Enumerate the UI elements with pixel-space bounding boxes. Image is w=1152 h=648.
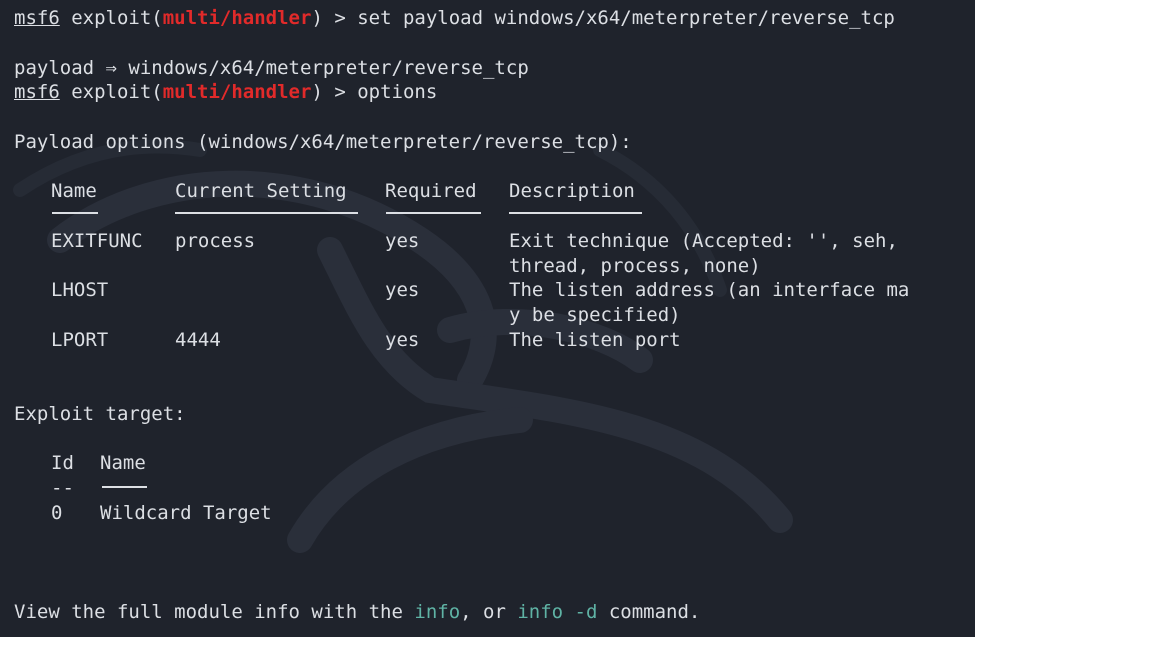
command-text: options [357,81,438,103]
prompt-module: multi/handler [162,81,312,103]
option-description-cont: thread, process, none) [509,255,761,277]
command-text: set payload windows/x64/meterpreter/reve… [357,7,895,29]
header-dash: -- [51,477,74,499]
option-description: The listen address (an interface ma [509,279,910,301]
option-name: EXITFUNC [51,230,143,252]
terminal-window[interactable]: msf6 exploit(multi/handler) > set payloa… [0,0,975,637]
hint-text: View the full module info with the [14,601,415,623]
info-d-command: info -d [517,601,598,623]
column-header-description: Description [509,180,635,202]
target-name: Wildcard Target [100,502,272,524]
prompt-suffix: ) > [311,7,358,29]
prompt-suffix: ) > [311,81,358,103]
exploit-target-heading: Exploit target: [14,403,186,425]
option-setting: 4444 [175,329,221,351]
module-info-hint: View the full module info with the info,… [14,600,700,624]
prompt-msf6: msf6 [14,7,60,29]
option-setting: process [175,230,256,252]
column-header-id: Id [51,452,74,474]
option-name: LHOST [51,279,109,301]
column-header-required: Required [385,180,477,202]
command-line-options: msf6 exploit(multi/handler) > options [14,80,437,104]
header-underline [386,212,481,214]
header-underline [102,486,147,488]
hint-text: , or [460,601,518,623]
option-description: The listen port [509,329,681,351]
prompt-msf6: msf6 [14,81,60,103]
column-header-name: Name [100,452,146,474]
column-header-name: Name [51,180,97,202]
header-underline [509,212,642,214]
info-command: info [414,601,461,623]
option-description: Exit technique (Accepted: '', seh, [509,230,898,252]
column-header-current-setting: Current Setting [175,180,347,202]
option-description-cont: y be specified) [509,304,681,326]
target-id: 0 [51,502,63,524]
payload-result-line: payload ⇒ windows/x64/meterpreter/revers… [14,57,529,79]
option-required: yes [385,230,420,252]
option-required: yes [385,279,420,301]
header-underline [175,212,358,214]
option-required: yes [385,329,420,351]
command-line-set-payload: msf6 exploit(multi/handler) > set payloa… [14,6,895,30]
option-name: LPORT [51,329,109,351]
payload-options-heading: Payload options (windows/x64/meterpreter… [14,131,632,153]
prompt-exploit: exploit( [59,7,163,29]
hint-text: command. [597,601,701,623]
header-underline [52,212,98,214]
prompt-module: multi/handler [162,7,312,29]
prompt-exploit: exploit( [59,81,163,103]
